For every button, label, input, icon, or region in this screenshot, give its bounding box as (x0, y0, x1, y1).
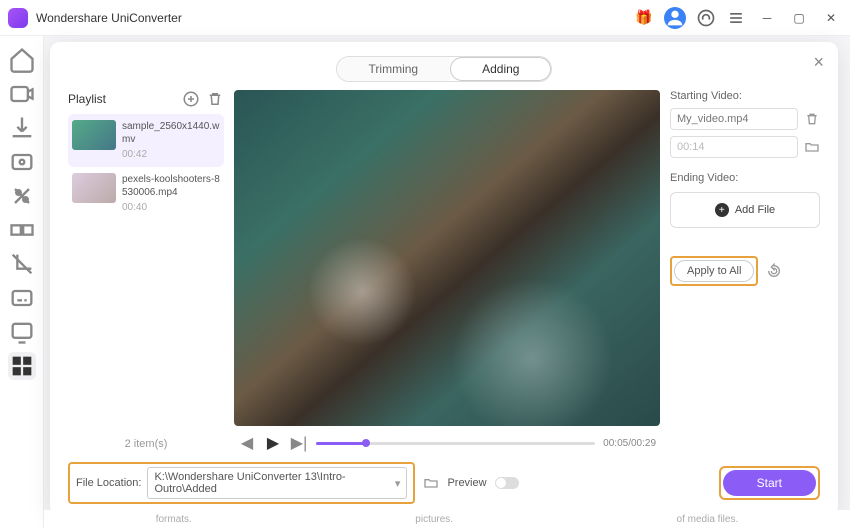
support-icon[interactable] (696, 8, 716, 28)
playlist-item[interactable]: pexels-koolshooters-8530006.mp4 00:40 (68, 167, 224, 220)
gift-icon[interactable]: 🎁 (634, 8, 654, 28)
nav-crop[interactable] (8, 250, 36, 278)
next-button[interactable]: ▶| (290, 434, 308, 452)
playlist-thumbnail (72, 120, 116, 150)
maximize-button[interactable]: ▢ (788, 7, 810, 29)
nav-compress[interactable] (8, 148, 36, 176)
apply-to-all-button[interactable]: Apply to All (674, 260, 754, 282)
file-location-highlight: File Location: K:\Wondershare UniConvert… (68, 462, 415, 504)
nav-download[interactable] (8, 114, 36, 142)
browse-folder-icon[interactable] (423, 475, 439, 491)
footer-bar: File Location: K:\Wondershare UniConvert… (68, 462, 820, 504)
nav-home[interactable] (8, 46, 36, 74)
tab-trimming[interactable]: Trimming (337, 57, 451, 81)
nav-subtitle[interactable] (8, 284, 36, 312)
close-panel-button[interactable]: × (813, 52, 824, 73)
nav-edit[interactable] (8, 182, 36, 210)
playlist-item-duration: 00:40 (122, 201, 220, 214)
menu-icon[interactable] (726, 8, 746, 28)
user-avatar[interactable] (664, 7, 686, 29)
playback-controls: ◀ ▶ ▶| 00:05/00:29 (234, 432, 660, 454)
add-ending-file-button[interactable]: + Add File (670, 192, 820, 228)
nav-record[interactable] (8, 318, 36, 346)
play-button[interactable]: ▶ (264, 434, 282, 452)
playlist-item-name: sample_2560x1440.wmv (122, 120, 220, 146)
playlist-item[interactable]: sample_2560x1440.wmv 00:42 (68, 114, 224, 167)
close-button[interactable]: ✕ (820, 7, 842, 29)
playlist-label: Playlist (68, 92, 106, 106)
reset-icon[interactable] (766, 263, 782, 279)
starting-video-field[interactable]: My_video.mp4 (670, 108, 798, 130)
app-title: Wondershare UniConverter (36, 11, 182, 25)
browse-start-icon[interactable] (804, 139, 820, 155)
file-location-path: K:\Wondershare UniConverter 13\Intro-Out… (154, 471, 394, 495)
background-strip: formats. pictures. of media files. (44, 510, 850, 528)
playlist-count: 2 item(s) (68, 438, 224, 454)
tab-adding[interactable]: Adding (450, 57, 551, 81)
start-button-highlight: Start (719, 466, 820, 500)
preview-toggle[interactable] (495, 477, 519, 489)
delete-item-icon[interactable] (206, 90, 224, 108)
nav-merge[interactable] (8, 216, 36, 244)
mode-tabs: Trimming Adding (68, 56, 820, 82)
playlist-thumbnail (72, 173, 116, 203)
preview-label: Preview (447, 477, 486, 489)
editor-panel: × Trimming Adding Playlist (50, 42, 838, 516)
plus-icon: + (715, 203, 729, 217)
file-location-input[interactable]: K:\Wondershare UniConverter 13\Intro-Out… (147, 467, 407, 499)
progress-bar[interactable] (316, 442, 595, 445)
playlist-item-name: pexels-koolshooters-8530006.mp4 (122, 173, 220, 199)
settings-pane: Starting Video: My_video.mp4 00:14 Endin… (670, 90, 820, 454)
minimize-button[interactable]: ─ (756, 7, 778, 29)
add-item-icon[interactable] (182, 90, 200, 108)
starting-video-duration: 00:14 (670, 136, 798, 158)
playlist-item-duration: 00:42 (122, 148, 220, 161)
nav-toolbox[interactable] (8, 352, 36, 380)
ending-video-label: Ending Video: (670, 172, 820, 184)
playlist-pane: Playlist sample_2560x1440.wmv 00:42 (68, 90, 224, 454)
prev-button[interactable]: ◀ (238, 434, 256, 452)
starting-video-label: Starting Video: (670, 90, 820, 102)
video-preview[interactable] (234, 90, 660, 426)
start-button[interactable]: Start (723, 470, 816, 496)
apply-to-all-highlight: Apply to All (670, 256, 758, 286)
nav-video[interactable] (8, 80, 36, 108)
preview-pane: ◀ ▶ ▶| 00:05/00:29 (234, 90, 660, 454)
time-display: 00:05/00:29 (603, 438, 656, 449)
chevron-down-icon: ▾ (395, 477, 401, 490)
sidebar (0, 36, 44, 528)
add-file-label: Add File (735, 204, 775, 216)
remove-start-icon[interactable] (804, 111, 820, 127)
file-location-label: File Location: (76, 477, 141, 489)
titlebar: Wondershare UniConverter 🎁 ─ ▢ ✕ (0, 0, 850, 36)
app-logo (8, 8, 28, 28)
